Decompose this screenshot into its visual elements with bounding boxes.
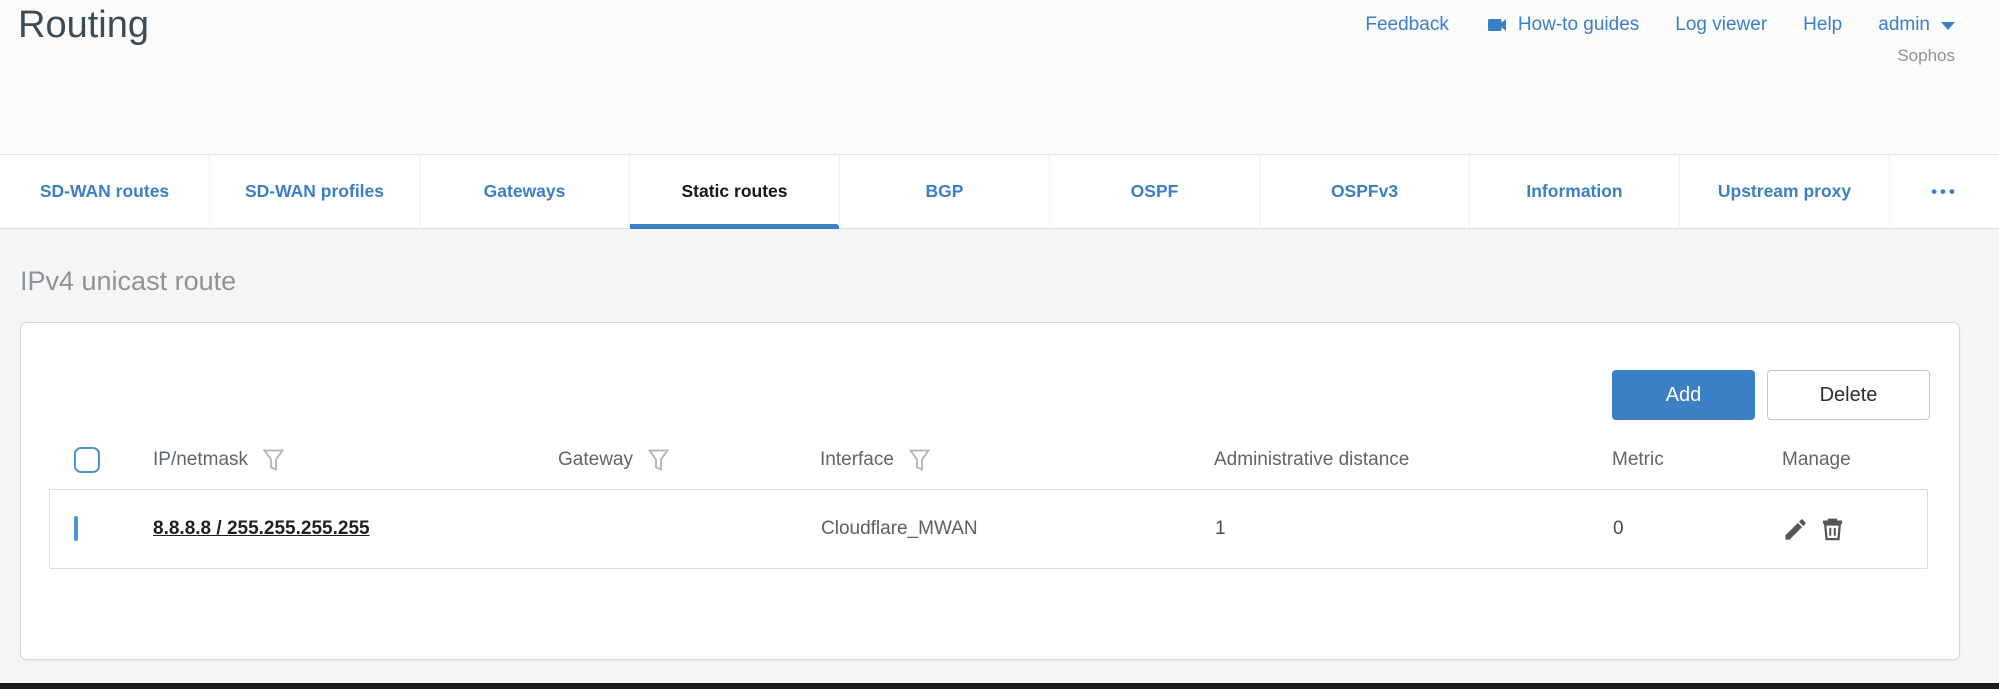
column-header-interface: Interface (820, 449, 1214, 472)
add-button[interactable]: Add (1612, 370, 1755, 420)
howto-guides-label: How-to guides (1518, 14, 1639, 36)
select-all-checkbox[interactable] (74, 447, 100, 473)
delete-button[interactable]: Delete (1767, 370, 1930, 420)
tab-sdwan-profiles[interactable]: SD-WAN profiles (210, 155, 420, 228)
column-header-metric: Metric (1594, 449, 1754, 471)
table-header: IP/netmask Gateway Interface Administrat… (49, 431, 1928, 489)
cell-ip-netmask: 8.8.8.8 / 255.255.255.255 (128, 518, 559, 540)
admin-menu[interactable]: admin (1878, 14, 1955, 36)
tab-label: OSPFv3 (1331, 181, 1398, 202)
route-link[interactable]: 8.8.8.8 / 255.255.255.255 (153, 518, 370, 539)
tab-label: SD-WAN routes (40, 181, 169, 202)
cell-interface: Cloudflare_MWAN (821, 518, 1215, 540)
column-label: Interface (820, 449, 894, 471)
howto-guides-link[interactable]: How-to guides (1485, 13, 1639, 37)
feedback-label: Feedback (1365, 14, 1448, 36)
cell-metric: 0 (1595, 518, 1755, 540)
column-label: Metric (1612, 449, 1664, 471)
video-camera-icon (1485, 13, 1509, 37)
row-checkbox-cell (50, 518, 128, 540)
log-viewer-link[interactable]: Log viewer (1675, 14, 1767, 36)
column-label: Manage (1782, 449, 1851, 471)
tab-label: Information (1526, 181, 1622, 202)
page-title: Routing (18, 4, 149, 47)
feedback-link[interactable]: Feedback (1365, 14, 1448, 36)
more-tabs-button[interactable]: ••• (1890, 155, 1999, 228)
tab-bar: SD-WAN routes SD-WAN profiles Gateways S… (0, 154, 1999, 229)
column-header-ip-netmask: IP/netmask (127, 449, 558, 472)
filter-icon[interactable] (263, 449, 284, 472)
header-checkbox-cell (49, 447, 127, 473)
tab-label: SD-WAN profiles (245, 181, 384, 202)
column-header-gateway: Gateway (558, 449, 820, 472)
tab-label: Gateways (484, 181, 566, 202)
section-heading: IPv4 unicast route (20, 266, 236, 297)
tab-label: BGP (926, 181, 964, 202)
top-header: Routing Feedback How-to guides Log viewe… (0, 0, 1999, 154)
row-checkbox[interactable] (74, 516, 78, 541)
tab-static-routes[interactable]: Static routes (630, 155, 840, 228)
tab-information[interactable]: Information (1470, 155, 1680, 228)
tab-ospf[interactable]: OSPF (1050, 155, 1260, 228)
table-row: 8.8.8.8 / 255.255.255.255 Cloudflare_MWA… (49, 489, 1928, 569)
tab-label: OSPF (1131, 181, 1179, 202)
caret-down-icon (1941, 22, 1955, 30)
admin-label: admin (1878, 14, 1930, 36)
column-label: IP/netmask (153, 449, 248, 471)
trash-icon[interactable] (1819, 516, 1846, 543)
column-label: Administrative distance (1214, 449, 1409, 471)
tab-sdwan-routes[interactable]: SD-WAN routes (0, 155, 210, 228)
column-header-administrative-distance: Administrative distance (1214, 449, 1594, 471)
column-header-manage: Manage (1754, 449, 1928, 471)
cell-administrative-distance: 1 (1215, 518, 1595, 540)
tab-gateways[interactable]: Gateways (420, 155, 630, 228)
bottom-edge-bar (0, 683, 1999, 689)
tab-ospfv3[interactable]: OSPFv3 (1260, 155, 1470, 228)
column-label: Gateway (558, 449, 633, 471)
filter-icon[interactable] (909, 449, 930, 472)
top-nav: Feedback How-to guides Log viewer Help a… (1365, 13, 1955, 37)
tab-bgp[interactable]: BGP (840, 155, 1050, 228)
tab-label: Upstream proxy (1718, 181, 1851, 202)
help-label: Help (1803, 14, 1842, 36)
cell-manage (1755, 516, 1927, 543)
ellipsis-icon: ••• (1931, 182, 1958, 202)
account-name: Sophos (1897, 46, 1955, 66)
routes-panel: Add Delete IP/netmask Gateway Interface … (20, 322, 1960, 660)
toolbar: Add Delete (1612, 370, 1930, 420)
edit-pencil-icon[interactable] (1782, 516, 1809, 543)
tab-upstream-proxy[interactable]: Upstream proxy (1680, 155, 1890, 228)
help-link[interactable]: Help (1803, 14, 1842, 36)
filter-icon[interactable] (648, 449, 669, 472)
log-viewer-label: Log viewer (1675, 14, 1767, 36)
tab-label: Static routes (682, 181, 788, 202)
